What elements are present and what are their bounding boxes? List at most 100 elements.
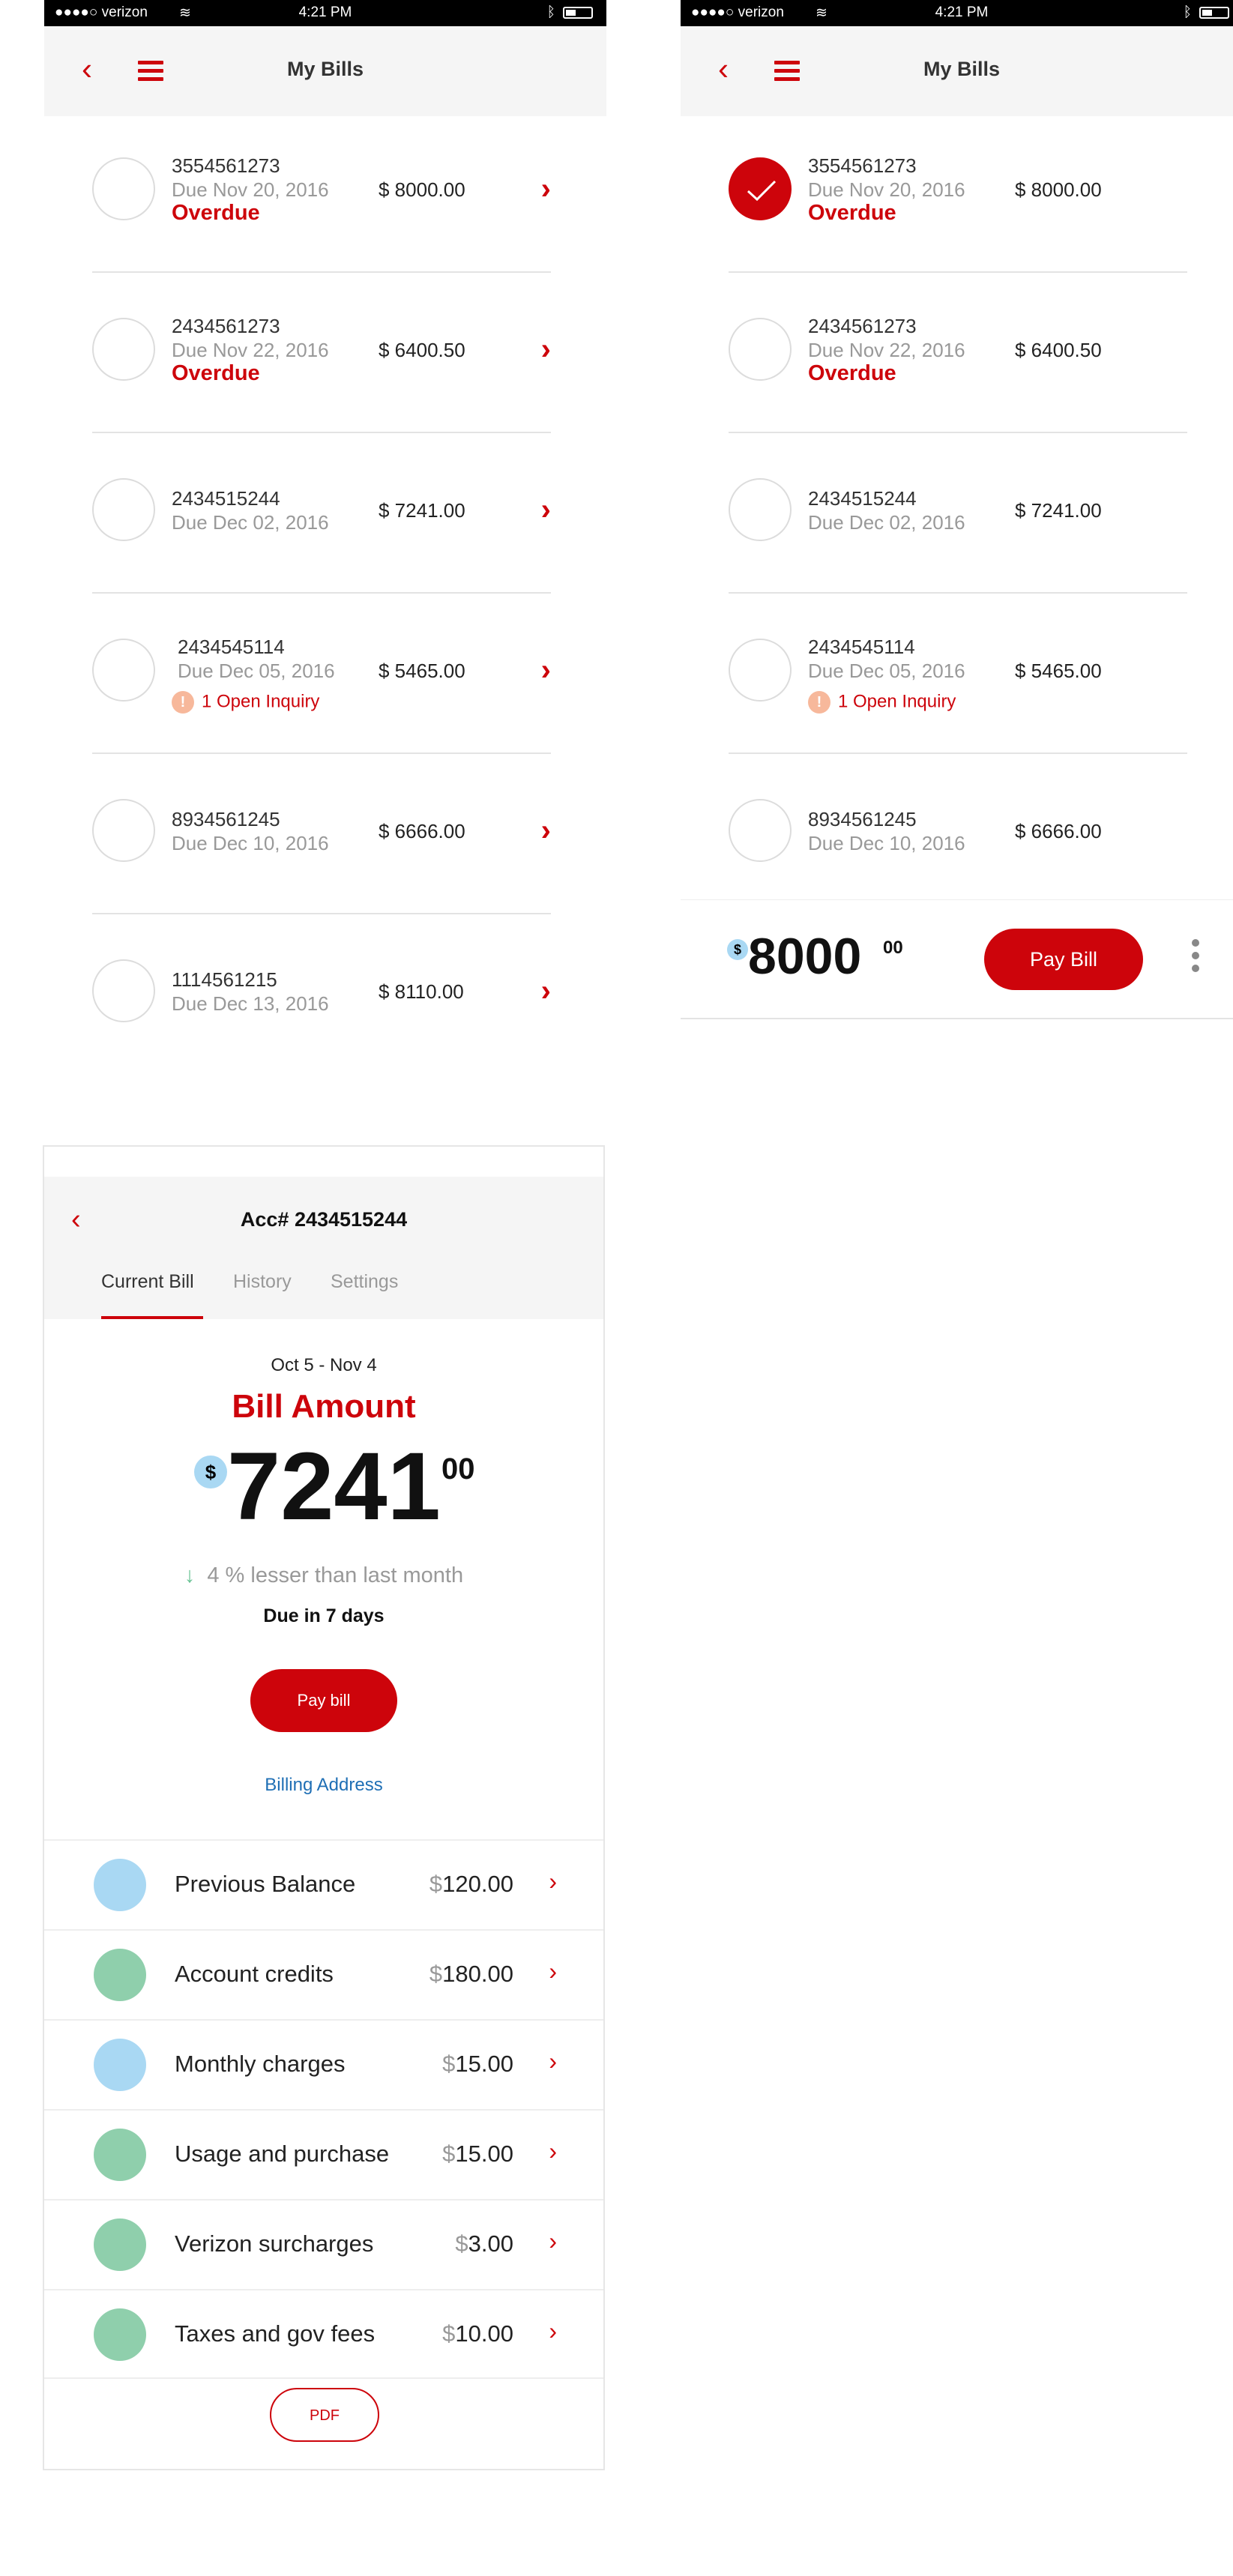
charge-row[interactable]: Verizon surcharges $3.00 › [44, 2199, 603, 2289]
select-radio[interactable] [92, 959, 155, 1022]
account-number: 3554561273 [808, 154, 917, 177]
bill-amount: $ 6666.00 [1015, 820, 1102, 842]
alert-icon: ! [808, 691, 830, 714]
chevron-right-icon[interactable]: › [549, 2138, 557, 2165]
bill-amount-heading: Bill Amount [232, 1388, 416, 1425]
comparison-text: 4 % lesser than last month [207, 1563, 464, 1587]
charge-indicator [94, 2039, 146, 2091]
select-radio[interactable] [729, 318, 792, 381]
bill-total: 7241 [227, 1433, 441, 1540]
bill-amount: $ 6400.50 [379, 339, 465, 361]
charge-value: $10.00 [442, 2320, 513, 2347]
chevron-right-icon[interactable]: › [541, 493, 551, 527]
chevron-right-icon[interactable]: › [549, 2048, 557, 2075]
pdf-button[interactable]: PDF [270, 2388, 379, 2442]
pay-bill-button[interactable]: Pay bill [250, 1669, 397, 1732]
selected-total-cents: 00 [883, 938, 903, 958]
tab-settings[interactable]: Settings [331, 1271, 398, 1293]
account-number: 2434561273 [808, 315, 917, 337]
bill-row[interactable]: 2434545114 Due Dec 05, 2016 ! 1 Open Inqu… [92, 594, 551, 754]
nav-bar: ‹ My Bills [44, 26, 606, 116]
select-radio[interactable] [729, 478, 792, 541]
select-radio[interactable] [92, 157, 155, 220]
bill-amount: $ 5465.00 [379, 660, 465, 682]
bill-row[interactable]: 2434561273 Due Nov 22, 2016 Overdue $ 64… [729, 273, 1187, 433]
bill-row[interactable]: 3554561273 Due Nov 20, 2016 Overdue $ 80… [92, 112, 551, 273]
billing-period: Oct 5 - Nov 4 [271, 1355, 377, 1375]
due-date: Due Nov 20, 2016 [172, 178, 329, 201]
status-bar: ●●●●○ verizon ≋ 4:21 PM ᛒ [44, 0, 606, 26]
bill-row[interactable]: 2434515244 Due Dec 02, 2016 $ 7241.00 › [92, 433, 551, 594]
chevron-right-icon[interactable]: › [541, 172, 551, 206]
charge-indicator [94, 1859, 146, 1911]
tab-current-bill[interactable]: Current Bill [101, 1271, 194, 1293]
charge-row[interactable]: Taxes and gov fees $10.00 › [44, 2289, 603, 2379]
status-time: 4:21 PM [935, 4, 989, 20]
charge-label: Usage and purchase [175, 2141, 390, 2167]
chevron-right-icon[interactable]: › [549, 2227, 557, 2255]
charge-row[interactable]: Monthly charges $15.00 › [44, 2019, 603, 2109]
select-radio[interactable] [729, 157, 792, 220]
bill-row[interactable]: 2434561273 Due Nov 22, 2016 Overdue $ 64… [92, 273, 551, 433]
charge-indicator [94, 1949, 146, 2001]
select-radio[interactable] [92, 318, 155, 381]
charge-row[interactable]: Previous Balance $120.00 › [44, 1839, 603, 1929]
bill-amount: $ 6666.00 [379, 820, 465, 842]
billing-address-link[interactable]: Billing Address [44, 1775, 603, 1796]
account-number: 2434515244 [808, 487, 917, 510]
account-number: 2434545114 [808, 636, 915, 658]
status-time: 4:21 PM [298, 4, 352, 20]
charge-indicator [94, 2129, 146, 2181]
pay-bill-button[interactable]: Pay Bill [984, 929, 1143, 990]
charge-indicator [94, 2218, 146, 2271]
chevron-right-icon[interactable]: › [549, 2317, 557, 2345]
charge-label: Taxes and gov fees [175, 2320, 376, 2347]
down-arrow-icon: ↓ [184, 1563, 196, 1587]
bill-row[interactable]: 8934561245 Due Dec 10, 2016 $ 6666.00 › [92, 754, 551, 914]
charge-label: Account credits [175, 1961, 334, 1987]
charge-row[interactable]: Usage and purchase $15.00 › [44, 2109, 603, 2199]
chevron-right-icon[interactable]: › [541, 974, 551, 1008]
chevron-right-icon[interactable]: › [549, 1958, 557, 1985]
more-vertical-icon[interactable] [1192, 939, 1199, 977]
my-bills-screen: ●●●●○ verizon ≋ 4:21 PM ᛒ ‹ My Bills 355… [44, 0, 606, 1072]
select-radio[interactable] [729, 799, 792, 862]
status-right: ᛒ [1184, 4, 1229, 21]
status-bar: ●●●●○ verizon ≋ 4:21 PM ᛒ [681, 0, 1233, 26]
select-radio[interactable] [92, 478, 155, 541]
bill-row[interactable]: 1114561215 Due Dec 13, 2016 $ 8110.00 › [92, 914, 551, 1072]
chevron-right-icon[interactable]: › [549, 1868, 557, 1895]
nav-bar: ‹ Acc# 2434515244 Current Bill History S… [44, 1177, 603, 1319]
due-date: Due Dec 05, 2016 [178, 660, 335, 682]
overdue-label: Overdue [808, 201, 896, 225]
select-radio[interactable] [729, 639, 792, 702]
chevron-right-icon[interactable]: › [541, 654, 551, 687]
charge-label: Verizon surcharges [175, 2230, 374, 2257]
open-inquiry[interactable]: ! 1 Open Inquiry [808, 691, 956, 714]
due-date: Due Dec 13, 2016 [172, 992, 329, 1015]
open-inquiry[interactable]: ! 1 Open Inquiry [172, 691, 319, 714]
account-number: 1114561215 [172, 968, 277, 991]
bill-amount: $ 8000.00 [379, 178, 465, 201]
bill-row[interactable]: 2434515244 Due Dec 02, 2016 $ 7241.00 [729, 433, 1187, 594]
bill-row[interactable]: 3554561273 Due Nov 20, 2016 Overdue $ 80… [729, 112, 1187, 273]
tab-history[interactable]: History [233, 1271, 292, 1293]
account-number: 8934561245 [808, 808, 917, 830]
bill-row[interactable]: 2434545114 Due Dec 05, 2016 ! 1 Open Inqu… [729, 594, 1187, 754]
select-radio[interactable] [92, 799, 155, 862]
charge-row[interactable]: Account credits $180.00 › [44, 1929, 603, 2019]
chevron-right-icon[interactable]: › [541, 814, 551, 848]
account-number: 8934561245 [172, 808, 280, 830]
select-radio[interactable] [92, 639, 155, 702]
bill-row[interactable]: 8934561245 Due Dec 10, 2016 $ 6666.00 [729, 754, 1187, 914]
battery-icon [563, 7, 593, 19]
chevron-right-icon[interactable]: › [541, 333, 551, 367]
due-date: Due Dec 02, 2016 [172, 511, 329, 534]
due-in: Due in 7 days [263, 1605, 385, 1626]
overdue-label: Overdue [808, 361, 896, 385]
overdue-label: Overdue [172, 361, 260, 385]
selected-total: 8000 [748, 928, 862, 985]
page-title: My Bills [286, 58, 364, 80]
alert-icon: ! [172, 691, 194, 714]
inquiry-label: 1 Open Inquiry [838, 691, 956, 712]
